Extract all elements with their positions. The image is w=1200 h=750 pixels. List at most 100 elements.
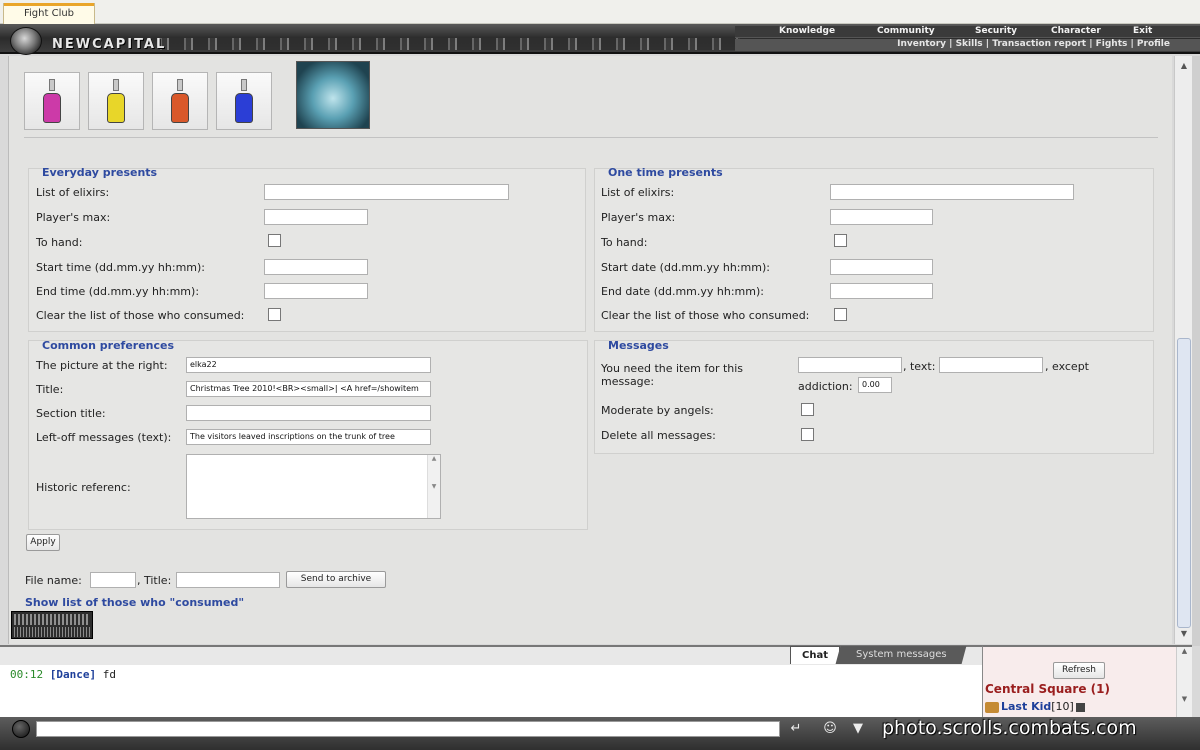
online-scrollbar[interactable]: ▲ ▼ (1176, 647, 1192, 717)
tab-system-messages[interactable]: System messages (835, 646, 967, 664)
moderate-label: Moderate by angels: (601, 404, 714, 417)
watermark: photo.scrolls.combats.com (882, 717, 1137, 739)
menu-character[interactable]: Character (1051, 26, 1101, 36)
emblem-icon (10, 27, 42, 55)
textarea-scrollbar[interactable]: ▲ ▼ (427, 455, 440, 518)
elixir-bottle-icon (107, 79, 125, 125)
message-text-input[interactable] (939, 357, 1043, 373)
onetime-max-label: Player's max: (601, 211, 676, 224)
file-name-input[interactable] (90, 572, 136, 588)
browser-tab-strip: Fight Club (0, 0, 1200, 24)
emblem-icon[interactable] (12, 720, 30, 738)
onetime-presents-title: One time presents (608, 166, 723, 179)
divider (24, 137, 1158, 138)
section-title-input[interactable] (186, 405, 431, 421)
browser-tab-fight-club[interactable]: Fight Club (3, 3, 95, 24)
send-to-archive-button[interactable]: Send to archive (286, 571, 386, 588)
everyday-clear-label: Clear the list of those who consumed: (36, 309, 245, 322)
everyday-end-input[interactable] (264, 283, 368, 299)
title-label: Title: (36, 383, 64, 396)
location-title: Central Square (1) (985, 682, 1110, 696)
elixir-thumb-yellow[interactable] (88, 72, 144, 130)
scroll-down-icon[interactable]: ▼ (1175, 626, 1193, 642)
refresh-button[interactable]: Refresh (1053, 662, 1105, 679)
onetime-start-label: Start date (dd.mm.yy hh:mm): (601, 261, 770, 274)
addiction-input[interactable]: 0.00 (858, 377, 892, 393)
menu-community[interactable]: Community (877, 26, 935, 36)
elixir-bottle-icon (171, 79, 189, 125)
addiction-label: addiction: (798, 380, 853, 393)
archive-title-input[interactable] (176, 572, 280, 588)
chat-user[interactable]: [Dance] (50, 668, 96, 681)
show-consumed-link[interactable]: Show list of those who "consumed" (25, 596, 244, 609)
leftoff-input[interactable]: The visitors leaved inscriptions on the … (186, 429, 431, 445)
apply-button[interactable]: Apply (26, 534, 60, 551)
messages-title: Messages (608, 339, 669, 352)
main-scrollbar[interactable]: ▲ ▼ (1174, 56, 1192, 644)
everyday-elixirs-input[interactable] (264, 184, 509, 200)
online-user-name[interactable]: Last Kid (1001, 700, 1051, 713)
elixir-bottle-icon (235, 79, 253, 125)
delete-messages-label: Delete all messages: (601, 429, 716, 442)
everyday-start-label: Start time (dd.mm.yy hh:mm): (36, 261, 205, 274)
menu-security[interactable]: Security (975, 26, 1017, 36)
enter-icon[interactable]: ↵ (786, 720, 806, 738)
text-label: , text: (903, 360, 936, 373)
chat-timestamp[interactable]: 00:12 (10, 668, 43, 681)
chat-message: 00:12 [Dance] fd (10, 668, 116, 681)
chat-input[interactable] (36, 721, 780, 737)
main-menu: Knowledge Community Security Character E… (735, 26, 1200, 38)
scrollbar-thumb[interactable] (1177, 338, 1191, 628)
treasure-chest-image[interactable] (296, 61, 370, 129)
scroll-up-icon[interactable]: ▲ (1175, 58, 1193, 74)
title-input[interactable]: Christmas Tree 2010!<BR><small>| <A href… (186, 381, 431, 397)
except-label: , except (1045, 360, 1089, 373)
elixir-thumb-pink[interactable] (24, 72, 80, 130)
moderate-checkbox[interactable] (801, 403, 814, 416)
everyday-elixirs-label: List of elixirs: (36, 186, 110, 199)
menu-exit[interactable]: Exit (1133, 26, 1152, 36)
everyday-clear-checkbox[interactable] (268, 308, 281, 321)
online-user[interactable]: Last Kid[10] (985, 700, 1085, 713)
window-edge (1192, 56, 1200, 646)
need-item-input[interactable] (798, 357, 902, 373)
elixir-thumb-blue[interactable] (216, 72, 272, 130)
need-item-label: You need the item for this message: (601, 362, 744, 388)
onetime-clear-label: Clear the list of those who consumed: (601, 309, 810, 322)
smiley-icon[interactable]: ☺ (820, 720, 840, 738)
scroll-down-icon[interactable]: ▼ (432, 483, 437, 490)
onetime-max-input[interactable] (830, 209, 933, 225)
info-icon[interactable] (1075, 702, 1085, 712)
common-preferences-title: Common preferences (42, 339, 175, 352)
file-name-label: File name: (25, 574, 82, 587)
onetime-start-input[interactable] (830, 259, 933, 275)
everyday-presents-title: Everyday presents (42, 166, 158, 179)
sub-menu-links[interactable]: Inventory | Skills | Transaction report … (897, 39, 1170, 49)
section-title-label: Section title: (36, 407, 106, 420)
everyday-start-input[interactable] (264, 259, 368, 275)
delete-messages-checkbox[interactable] (801, 428, 814, 441)
everyday-max-input[interactable] (264, 209, 368, 225)
filter-icon[interactable]: ▼ (848, 720, 868, 738)
site-counter-badge[interactable] (11, 611, 93, 639)
scroll-up-icon[interactable]: ▲ (432, 455, 437, 462)
historic-label: Historic referenc: (36, 481, 131, 494)
picture-label: The picture at the right: (36, 359, 168, 372)
tab-system-messages-label: System messages (855, 649, 947, 660)
elixir-thumb-orange[interactable] (152, 72, 208, 130)
onetime-hand-label: To hand: (601, 236, 648, 249)
onetime-elixirs-input[interactable] (830, 184, 1074, 200)
everyday-hand-checkbox[interactable] (268, 234, 281, 247)
menu-knowledge[interactable]: Knowledge (779, 26, 835, 36)
historic-textarea[interactable]: ▲ ▼ (186, 454, 441, 519)
onetime-clear-checkbox[interactable] (834, 308, 847, 321)
onetime-hand-checkbox[interactable] (834, 234, 847, 247)
onetime-end-input[interactable] (830, 283, 933, 299)
everyday-hand-label: To hand: (36, 236, 83, 249)
tab-chat[interactable]: Chat (790, 646, 840, 664)
header-pattern (160, 38, 740, 50)
elixir-bottle-icon (43, 79, 61, 125)
leftoff-label: Left-off messages (text): (36, 431, 172, 444)
picture-input[interactable]: elka22 (186, 357, 431, 373)
chat-log (0, 665, 982, 717)
